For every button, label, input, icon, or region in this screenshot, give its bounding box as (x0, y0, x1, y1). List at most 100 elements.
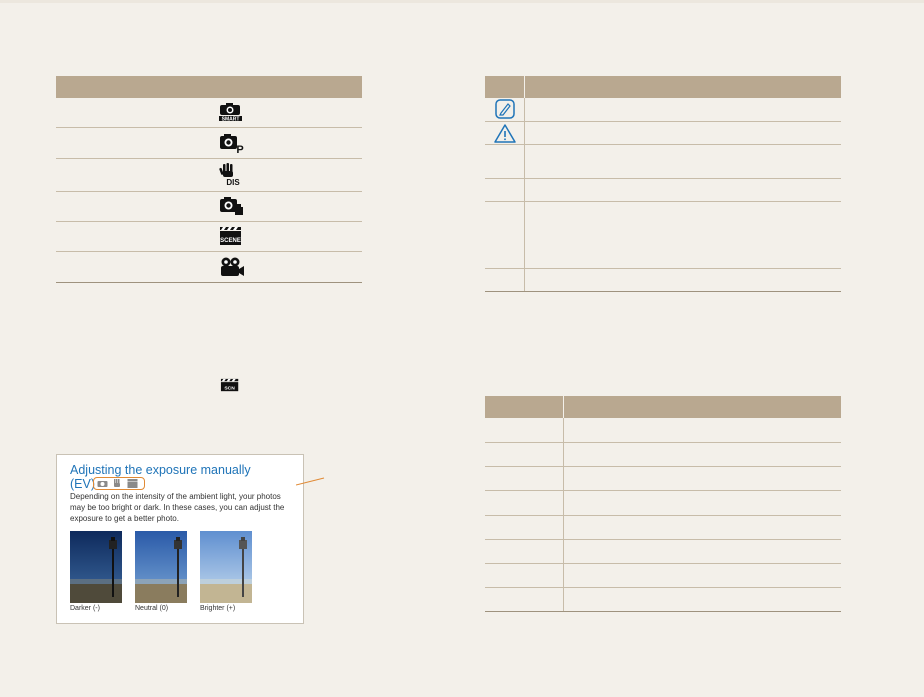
table-cell (563, 587, 841, 612)
callout-leader-line (296, 477, 325, 486)
notice-icons-table (485, 76, 841, 292)
program-icon: P (220, 133, 244, 154)
table-cell (485, 515, 564, 540)
table-cell (56, 221, 207, 252)
table-cell (56, 191, 207, 222)
table-cell (524, 268, 841, 292)
table-row (56, 191, 362, 222)
table-cell (485, 418, 564, 443)
table-row (485, 268, 841, 292)
table-cell: SCENE (207, 221, 362, 252)
table-row (485, 98, 841, 122)
table-row (485, 587, 841, 612)
scene-icon: SCENE (220, 227, 241, 245)
table-cell (485, 268, 525, 292)
photo-darker (70, 531, 122, 603)
table-cell (485, 587, 564, 612)
table-row (485, 515, 841, 540)
photo-neutral (135, 531, 187, 603)
table-row (485, 539, 841, 564)
photo-caption: Neutral (0) (135, 605, 169, 612)
table-row (485, 490, 841, 516)
table-row (485, 144, 841, 179)
svg-text:P: P (236, 144, 243, 154)
header-cell (524, 76, 841, 98)
table-header (485, 396, 841, 418)
table-row (485, 563, 841, 588)
table-cell (524, 201, 841, 269)
note-icon (494, 99, 515, 119)
header-cell (485, 76, 525, 98)
dual-is-icon: DIS (219, 162, 240, 187)
table-cell (485, 490, 564, 516)
available-modes-box (93, 477, 145, 490)
page-top-rule (0, 0, 924, 3)
table-cell (563, 490, 841, 516)
smart-auto-icon (97, 481, 108, 487)
table-row (56, 251, 362, 283)
table-cell (485, 201, 525, 269)
table-row (485, 201, 841, 269)
table-row: SMART (56, 98, 362, 128)
table-cell (563, 539, 841, 564)
table-row: DIS (56, 158, 362, 192)
photo-brighter (200, 531, 252, 603)
movie-icon (221, 257, 244, 276)
table-cell: DIS (207, 158, 362, 192)
table-cell (563, 466, 841, 491)
table-cell (524, 98, 841, 122)
dual-is-icon (114, 479, 120, 487)
table-row (485, 442, 841, 467)
header-cell (485, 396, 564, 418)
table-cell (524, 144, 841, 179)
header-cell (207, 76, 362, 98)
table-cell (485, 144, 525, 179)
list-table (485, 396, 841, 612)
table-cell (56, 127, 207, 159)
table-cell (485, 121, 525, 145)
table-cell (207, 191, 362, 222)
table-cell (56, 98, 207, 128)
table-cell (563, 418, 841, 443)
table-cell (56, 158, 207, 192)
table-header (485, 76, 841, 98)
table-row (485, 418, 841, 443)
svg-text:SCENE: SCENE (220, 238, 241, 244)
table-row (485, 466, 841, 491)
table-cell (524, 121, 841, 145)
table-row: SCENE (56, 221, 362, 252)
photo-caption: Darker (-) (70, 605, 100, 612)
smart-scene-icon (220, 197, 243, 215)
table-cell (485, 466, 564, 491)
sample-page-callout: Adjusting the exposure manually (EV) Dep… (56, 454, 304, 624)
table-cell (563, 442, 841, 467)
table-header (56, 76, 362, 98)
table-cell (524, 178, 841, 202)
table-cell: P (207, 127, 362, 159)
table-cell (563, 515, 841, 540)
header-cell (56, 76, 207, 98)
mode-icons-table: SMART P DIS SCENE (56, 76, 362, 283)
table-row (485, 121, 841, 145)
scene-icon: SCN (220, 378, 239, 392)
table-cell (485, 98, 525, 122)
svg-text:SMART: SMART (222, 117, 240, 123)
table-row (485, 178, 841, 202)
table-cell (485, 563, 564, 588)
table-cell (563, 563, 841, 588)
table-cell: SMART (207, 98, 362, 128)
smart-auto-icon: SMART (219, 103, 242, 123)
table-cell (207, 251, 362, 283)
callout-title: Adjusting the exposure manually (70, 463, 251, 477)
photo-caption: Brighter (+) (200, 605, 236, 612)
table-cell (56, 251, 207, 283)
svg-text:SCN: SCN (224, 386, 235, 392)
callout-ev-label: (EV) (70, 477, 95, 491)
table-cell (485, 178, 525, 202)
table-cell (485, 539, 564, 564)
scene-icon (127, 479, 138, 488)
table-cell (485, 442, 564, 467)
caution-icon (493, 123, 516, 143)
header-cell (563, 396, 841, 418)
callout-body: Depending on the intensity of the ambien… (70, 492, 285, 523)
